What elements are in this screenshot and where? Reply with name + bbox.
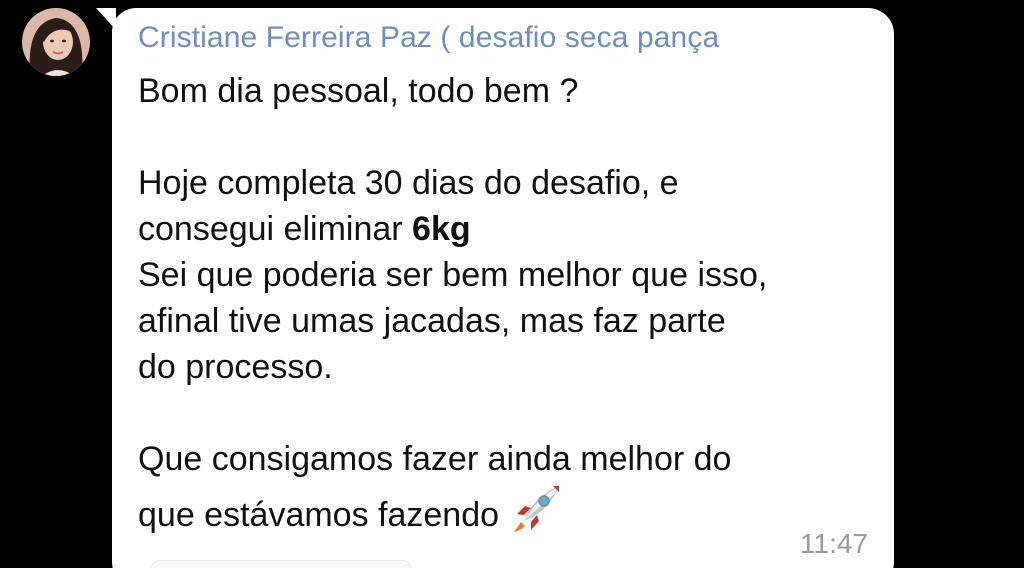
rocket-emoji-icon: [513, 486, 560, 532]
message-text: Bom dia pessoal, todo bem ? Hoje complet…: [138, 68, 878, 534]
sender-name[interactable]: Cristiane Ferreira Paz ( desafio seca pa…: [138, 21, 719, 55]
message-line: afinal tive umas jacadas, mas faz parte: [138, 302, 726, 340]
message-line: consegui eliminar 6kg: [138, 206, 878, 252]
sender-avatar[interactable]: [22, 8, 90, 76]
message-line: Bom dia pessoal, todo bem ?: [138, 72, 579, 110]
message-line: do processo.: [138, 348, 333, 386]
message-timestamp: 11:47: [800, 528, 868, 559]
message-line: Hoje completa 30 dias do desafio, e: [138, 164, 679, 202]
message-text-segment: consegui eliminar: [138, 210, 413, 248]
chat-screen: Cristiane Ferreira Paz ( desafio seca pa…: [0, 0, 1024, 568]
message-line: que estávamos fazendo: [138, 482, 878, 534]
message-line: Sei que poderia ser bem melhor que isso,: [138, 256, 768, 294]
message-text-segment: que estávamos fazendo: [138, 496, 500, 534]
bold-weight-value: 6kg: [412, 210, 471, 248]
avatar-photo-icon: [22, 8, 90, 76]
message-line: Que consigamos fazer ainda melhor do: [138, 440, 732, 478]
next-message-edge: [150, 560, 412, 568]
